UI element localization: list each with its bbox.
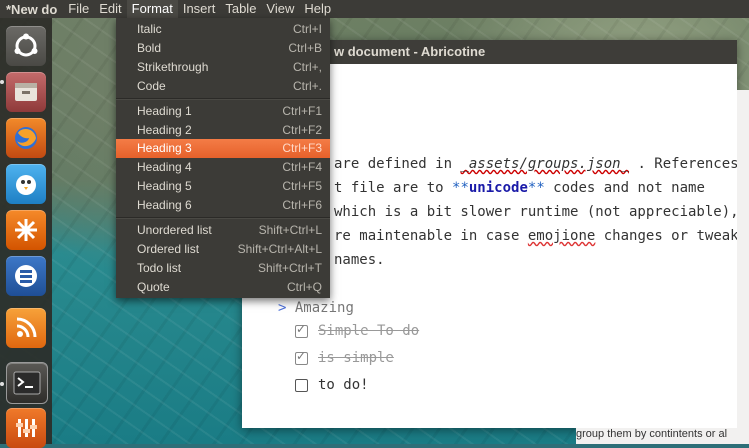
- menu-item-heading-3[interactable]: Heading 3 Ctrl+F3: [116, 139, 330, 158]
- todo-text: is simple: [318, 350, 394, 366]
- text-fragment: re maintenable in case: [334, 228, 528, 244]
- editor-line-3: which is a bit slower runtime (not appre…: [334, 204, 739, 220]
- checkbox-checked-icon[interactable]: [295, 322, 308, 338]
- menu-separator: [116, 98, 330, 100]
- menu-item-italic[interactable]: Italic Ctrl+I: [116, 20, 330, 39]
- menu-item-shortcut: Ctrl+F4: [282, 160, 322, 174]
- menu-item-shortcut: Ctrl+Q: [286, 280, 322, 294]
- app-title: *New do: [6, 1, 58, 17]
- menu-item-strikethrough[interactable]: Strikethrough Ctrl+,: [116, 58, 330, 77]
- menu-item-todo-list[interactable]: Todo list Shift+Ctrl+T: [116, 259, 330, 278]
- menu-item-shortcut: Ctrl+.: [292, 79, 322, 93]
- files-icon[interactable]: [6, 72, 46, 112]
- menu-item-shortcut: Shift+Ctrl+Alt+L: [237, 242, 322, 256]
- menu-item-quote[interactable]: Quote Ctrl+Q: [116, 278, 330, 297]
- text-fragment: t file are to: [334, 180, 453, 196]
- menu-item-shortcut: Ctrl+,: [292, 60, 322, 74]
- terminal-icon[interactable]: [6, 362, 48, 404]
- menu-item-label: Heading 4: [137, 160, 192, 174]
- quote-text: Amazing: [294, 300, 354, 316]
- quote-marker: >: [278, 300, 287, 316]
- italic-path: _assets/groups.json_: [460, 156, 630, 172]
- todo-item[interactable]: is simple: [295, 349, 394, 366]
- menu-item-shortcut: Ctrl+B: [288, 41, 322, 55]
- checkbox-checked-icon[interactable]: [295, 349, 308, 365]
- menu-item-label: Strikethrough: [137, 60, 209, 74]
- menu-insert[interactable]: Insert: [178, 0, 221, 18]
- menu-item-shortcut: Ctrl+I: [292, 22, 322, 36]
- bold-text: unicode: [468, 180, 528, 196]
- menu-item-shortcut: Ctrl+F5: [282, 179, 322, 193]
- menu-table[interactable]: Table: [220, 0, 261, 18]
- checkbox-unchecked-icon[interactable]: [295, 378, 308, 392]
- text-fragment: . References: [629, 156, 739, 172]
- text-fragment: changes or tweaks: [595, 228, 748, 244]
- misspelled-word: emojione: [527, 228, 596, 244]
- menu-item-label: Quote: [137, 280, 170, 294]
- menu-item-shortcut: Shift+Ctrl+T: [257, 261, 322, 275]
- menu-file[interactable]: File: [63, 0, 94, 18]
- ubuntu-icon[interactable]: [6, 26, 46, 66]
- menu-item-label: Todo list: [137, 261, 182, 275]
- menu-item-shortcut: Shift+Ctrl+L: [258, 223, 322, 237]
- menu-format[interactable]: Format: [126, 0, 178, 18]
- background-window-text: group them by contintents or al: [576, 428, 749, 444]
- menu-item-unordered-list[interactable]: Unordered list Shift+Ctrl+L: [116, 221, 330, 240]
- menu-item-label: Italic: [137, 22, 162, 36]
- menu-item-code[interactable]: Code Ctrl+.: [116, 77, 330, 96]
- top-menubar: *New do File Edit Format Insert Table Vi…: [0, 0, 749, 18]
- menu-item-bold[interactable]: Bold Ctrl+B: [116, 39, 330, 58]
- todo-item[interactable]: to do!: [295, 377, 369, 393]
- bold-marker: **: [527, 180, 545, 196]
- background-window-edge: [737, 90, 749, 444]
- menu-item-ordered-list[interactable]: Ordered list Shift+Ctrl+Alt+L: [116, 240, 330, 259]
- todo-item[interactable]: Simple To do: [295, 322, 420, 339]
- text-fragment: codes and not name: [544, 180, 705, 196]
- menu-item-label: Heading 6: [137, 198, 192, 212]
- menu-item-heading-4[interactable]: Heading 4 Ctrl+F4: [116, 158, 330, 177]
- firefox-icon[interactable]: [6, 118, 46, 158]
- menu-item-label: Heading 2: [137, 123, 192, 137]
- editor-line-1: are defined in _assets/groups.json_ . Re…: [334, 156, 739, 172]
- bird-icon[interactable]: [6, 164, 46, 204]
- menu-item-label: Unordered list: [137, 223, 212, 237]
- text-fragment: are defined in: [334, 156, 461, 172]
- menu-item-shortcut: Ctrl+F6: [282, 198, 322, 212]
- todo-text: to do!: [318, 377, 369, 393]
- menu-item-shortcut: Ctrl+F1: [282, 104, 322, 118]
- menu-item-label: Code: [137, 79, 166, 93]
- bold-marker: **: [452, 180, 469, 196]
- format-menu: Italic Ctrl+I Bold Ctrl+B Strikethrough Ctr…: [116, 18, 330, 298]
- rss-icon[interactable]: [6, 308, 46, 348]
- menu-item-label: Heading 5: [137, 179, 192, 193]
- menu-item-heading-5[interactable]: Heading 5 Ctrl+F5: [116, 177, 330, 196]
- menu-item-label: Heading 3: [137, 141, 192, 155]
- editor-line-4: re maintenable in case emojione changes …: [334, 228, 747, 244]
- editor-line-5: names.: [334, 252, 385, 268]
- menu-item-heading-2[interactable]: Heading 2 Ctrl+F2: [116, 121, 330, 140]
- menu-item-label: Bold: [137, 41, 162, 55]
- star-icon[interactable]: [6, 210, 46, 250]
- todo-text: Simple To do: [318, 323, 420, 339]
- blockquote: > Amazing: [278, 300, 354, 316]
- menu-item-label: Heading 1: [137, 104, 192, 118]
- menu-view[interactable]: View: [261, 0, 299, 18]
- menu-item-heading-1[interactable]: Heading 1 Ctrl+F1: [116, 102, 330, 121]
- menu-item-label: Ordered list: [137, 242, 200, 256]
- menu-item-shortcut: Ctrl+F2: [282, 123, 322, 137]
- menu-item-shortcut: Ctrl+F3: [282, 141, 322, 155]
- menu-edit[interactable]: Edit: [94, 0, 126, 18]
- editor-line-2: t file are to **unicode** codes and not …: [334, 180, 705, 196]
- window-title: w document - Abricotine: [334, 44, 486, 59]
- launcher: [0, 18, 52, 448]
- menu-help[interactable]: Help: [299, 0, 336, 18]
- equalizer-icon[interactable]: [6, 408, 46, 448]
- menu-item-heading-6[interactable]: Heading 6 Ctrl+F6: [116, 196, 330, 215]
- stack-icon[interactable]: [6, 256, 46, 296]
- menu-separator: [116, 217, 330, 219]
